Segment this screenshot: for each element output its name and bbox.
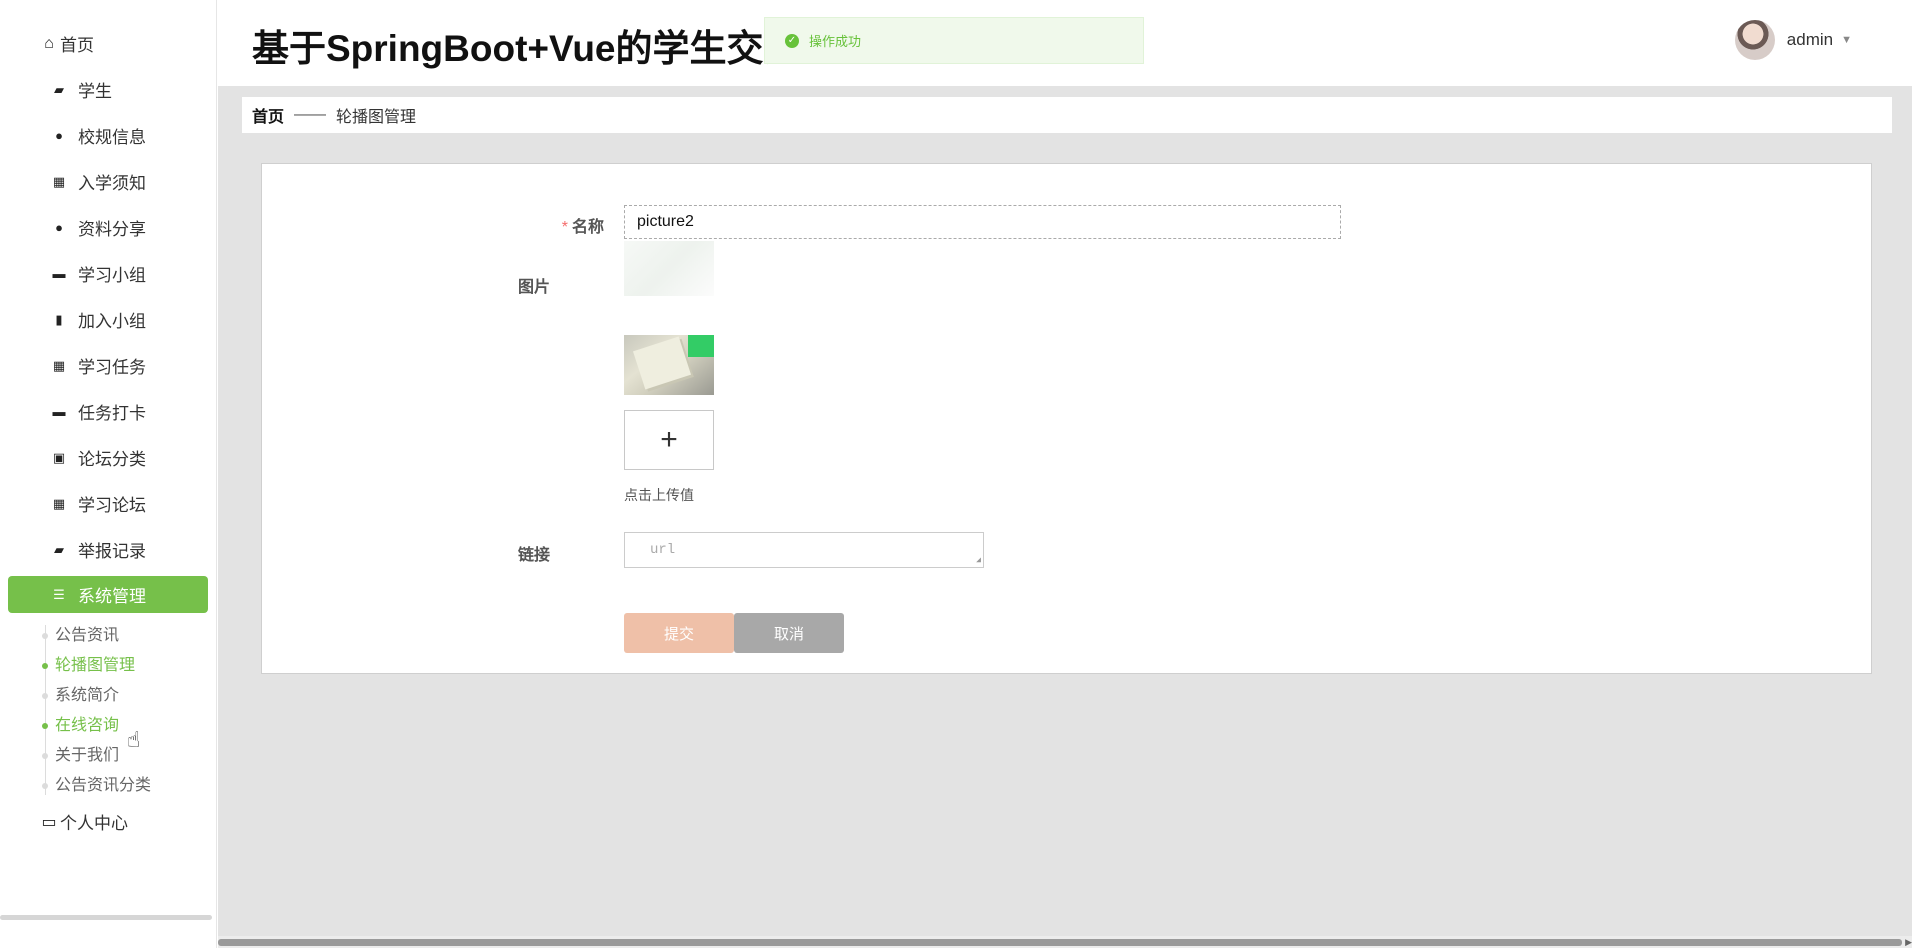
sidebar-item-label: 任务打卡 <box>78 404 146 423</box>
sidebar-item-forum[interactable]: ▦ 学习论坛 <box>8 485 208 522</box>
name-input[interactable]: picture2 <box>624 205 1341 239</box>
grid-icon: ▦ <box>52 357 66 373</box>
system-submenu: 公告资讯 轮播图管理 系统简介 在线咨询 关于我们 公告资讯分类 <box>42 621 215 801</box>
sidebar-item-checkin[interactable]: ▬ 任务打卡 <box>8 393 208 430</box>
required-mark: * <box>561 219 568 236</box>
cancel-button[interactable]: 取消 <box>734 613 844 653</box>
scrollbar-thumb[interactable] <box>218 939 1902 946</box>
toast-message: 操作成功 <box>809 34 862 49</box>
plus-icon: + <box>660 423 678 456</box>
link-label: 链接 <box>517 547 550 564</box>
sidebar-item-label: 举报记录 <box>78 542 146 561</box>
sidebar-item-label: 个人中心 <box>60 814 128 833</box>
sidebar-item-system[interactable]: ☰ 系统管理 <box>8 576 208 613</box>
user-icon: ● <box>55 128 63 143</box>
submenu-label: 公告资讯分类 <box>55 777 152 794</box>
checklist-icon: ▣ <box>52 449 66 465</box>
dot-icon <box>42 783 48 789</box>
dot-icon <box>42 663 48 669</box>
dot-icon <box>42 753 48 759</box>
header: 基于SpringBoot+Vue的学生交流 ✓ 操作成功 admin ▼ <box>218 0 1912 86</box>
sidebar: ⌂ 首页 ▰ 学生 ● 校规信息 ▦ 入学须知 ● 资料分享 ▬ 学习小组 ▮ … <box>0 0 217 948</box>
edit-form-card: * 名称 picture2 图片 + 点击上传值 链接 url ◢ 提交 取消 <box>261 163 1872 674</box>
username: admin <box>1786 30 1834 49</box>
sidebar-item-join-group[interactable]: ▮ 加入小组 <box>8 301 208 338</box>
upload-button[interactable]: + <box>624 410 714 470</box>
submenu-label: 轮播图管理 <box>55 657 136 674</box>
check-circle-icon: ✓ <box>785 33 799 48</box>
sidebar-item-rules[interactable]: ● 校规信息 <box>8 117 208 154</box>
sidebar-item-study-group[interactable]: ▬ 学习小组 <box>8 255 208 292</box>
submenu-label: 关于我们 <box>55 747 120 764</box>
breadcrumb-separator: —— <box>294 106 327 123</box>
sidebar-item-label: 学习论坛 <box>78 496 146 515</box>
sidebar-item-label: 加入小组 <box>78 312 146 331</box>
sidebar-item-label: 学生 <box>78 82 112 101</box>
sidebar-item-students[interactable]: ▰ 学生 <box>8 71 208 108</box>
image-label: 图片 <box>517 279 550 296</box>
card-icon: ▭ <box>41 813 57 831</box>
ticket-icon: ▰ <box>54 81 64 97</box>
resize-grip-icon[interactable]: ◢ <box>976 557 981 565</box>
link-input[interactable]: url ◢ <box>624 532 984 568</box>
image-preview-placeholder <box>624 241 714 296</box>
upload-tip: 点击上传值 <box>624 487 694 503</box>
sidebar-item-admission[interactable]: ▦ 入学须知 <box>8 163 208 200</box>
grid-icon: ▦ <box>52 173 66 189</box>
hand-cursor-icon: ☝ <box>127 727 141 752</box>
link-placeholder: url <box>650 542 676 558</box>
bulb-icon: ● <box>55 220 63 235</box>
thumbnail-paper <box>632 336 692 390</box>
sidebar-item-label: 论坛分类 <box>78 450 146 469</box>
sidebar-item-share[interactable]: ● 资料分享 <box>8 209 208 246</box>
breadcrumb-current: 轮播图管理 <box>336 109 417 126</box>
sidebar-item-home[interactable]: ⌂ 首页 <box>8 25 208 62</box>
submenu-item-announcement-category[interactable]: 公告资讯分类 <box>42 771 215 801</box>
sidebar-item-label: 系统管理 <box>78 587 146 606</box>
briefcase-icon: ▬ <box>52 266 66 281</box>
submenu-label: 系统简介 <box>55 687 120 704</box>
breadcrumb: 首页 —— 轮播图管理 <box>242 97 1892 133</box>
breadcrumb-home[interactable]: 首页 <box>252 103 284 127</box>
sidebar-item-label: 资料分享 <box>78 220 146 239</box>
avatar[interactable] <box>1734 20 1775 60</box>
uploaded-image-thumbnail[interactable] <box>624 335 714 395</box>
sidebar-scrollbar[interactable] <box>0 915 212 920</box>
menu-icon: ☰ <box>53 586 65 602</box>
clipboard-icon: ▮ <box>55 311 63 327</box>
grid-icon: ▦ <box>52 495 66 511</box>
horizontal-scrollbar[interactable]: ▶ <box>218 936 1912 948</box>
sidebar-item-label: 校规信息 <box>78 128 146 147</box>
submenu-label: 公告资讯 <box>55 627 120 644</box>
success-toast: ✓ 操作成功 <box>764 17 1144 64</box>
scroll-right-icon[interactable]: ▶ <box>1905 936 1912 948</box>
name-label: * 名称 <box>484 213 604 237</box>
dot-icon <box>42 723 48 729</box>
wallet-icon: ▰ <box>54 541 64 557</box>
thumbnail-green-accent <box>688 335 714 357</box>
home-icon: ⌂ <box>44 34 54 52</box>
submenu-label: 在线咨询 <box>55 717 120 734</box>
sidebar-item-profile[interactable]: ▭ 个人中心 <box>8 803 208 840</box>
dot-icon <box>42 693 48 699</box>
submenu-item-carousel[interactable]: 轮播图管理 <box>42 651 215 681</box>
user-menu[interactable]: admin ▼ <box>1734 20 1852 60</box>
main-content: 首页 —— 轮播图管理 * 名称 picture2 图片 + 点击上传值 链接 u… <box>218 86 1912 948</box>
name-label-text: 名称 <box>571 219 604 236</box>
monitor-icon: ▬ <box>52 404 66 419</box>
sidebar-item-tasks[interactable]: ▦ 学习任务 <box>8 347 208 384</box>
site-title: 基于SpringBoot+Vue的学生交流 <box>252 28 768 69</box>
submit-button[interactable]: 提交 <box>624 613 734 653</box>
sidebar-item-forum-category[interactable]: ▣ 论坛分类 <box>8 439 208 476</box>
caret-down-icon: ▼ <box>1841 34 1852 46</box>
submenu-item-intro[interactable]: 系统简介 <box>42 681 215 711</box>
submenu-item-announcements[interactable]: 公告资讯 <box>42 621 215 651</box>
sidebar-item-label: 首页 <box>60 36 94 55</box>
sidebar-item-label: 学习小组 <box>78 266 146 285</box>
dot-icon <box>42 633 48 639</box>
sidebar-item-label: 入学须知 <box>78 174 146 193</box>
sidebar-item-reports[interactable]: ▰ 举报记录 <box>8 531 208 568</box>
sidebar-item-label: 学习任务 <box>78 358 146 377</box>
